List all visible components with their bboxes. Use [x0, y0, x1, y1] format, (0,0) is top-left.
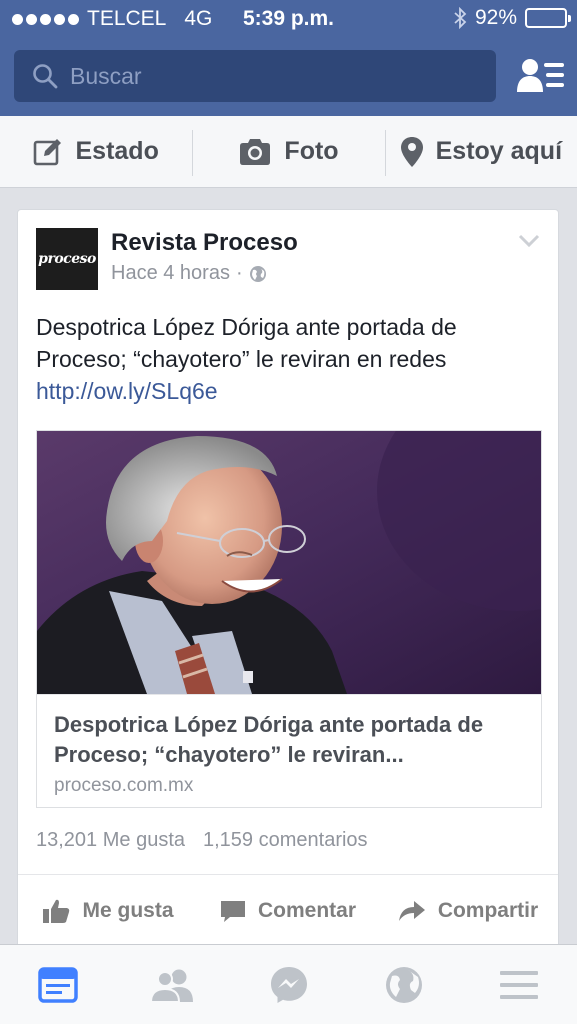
notifications-globe-icon: [385, 966, 422, 1003]
thumbs-up-icon: [43, 899, 70, 923]
globe-icon: [249, 265, 266, 282]
tab-friend-requests[interactable]: [115, 945, 230, 1024]
post-text: Despotrica López Dóriga ante portada de …: [36, 314, 457, 372]
bottom-tab-bar: [0, 944, 577, 1024]
friends-list-icon: [517, 59, 564, 92]
search-bar[interactable]: [14, 50, 496, 102]
edit-icon: [34, 138, 62, 165]
post-author[interactable]: Revista Proceso: [111, 229, 298, 257]
link-preview-body[interactable]: Despotrica López Dóriga ante portada de …: [37, 694, 541, 807]
bluetooth-icon: [454, 7, 467, 29]
composer-bar: Estado Foto Estoy aquí: [0, 116, 577, 188]
like-count[interactable]: 13,201 Me gusta: [36, 829, 185, 852]
tab-messenger[interactable]: [231, 945, 346, 1024]
status-label: Estado: [75, 137, 159, 165]
status-bar: TELCEL 4G 5:39 p.m. 92%: [0, 0, 577, 38]
link-preview-domain: proceso.com.mx: [54, 775, 194, 796]
tab-notifications[interactable]: [346, 945, 461, 1024]
search-input[interactable]: [70, 62, 470, 90]
battery-status: 92%: [453, 6, 571, 30]
share-button[interactable]: Compartir: [378, 875, 558, 946]
like-button[interactable]: Me gusta: [18, 875, 198, 946]
location-pin-icon: [400, 136, 423, 167]
page-avatar[interactable]: proceso: [36, 228, 98, 290]
check-in-button[interactable]: Estoy aquí: [384, 116, 577, 187]
comment-button[interactable]: Comentar: [198, 875, 378, 946]
friend-requests-icon: [150, 969, 194, 1002]
post-link[interactable]: http://ow.ly/SLq6e: [36, 375, 541, 407]
share-arrow-icon: [398, 900, 425, 921]
camera-icon: [240, 138, 271, 165]
news-feed-icon: [37, 966, 78, 1003]
tab-news-feed[interactable]: [0, 945, 115, 1024]
photo-label: Foto: [284, 137, 339, 165]
link-preview-title: Despotrica López Dóriga ante portada de …: [54, 712, 484, 767]
share-label: Compartir: [437, 898, 539, 922]
post-counts: 13,201 Me gusta 1,159 comentarios: [36, 829, 368, 852]
chevron-down-icon: [518, 234, 540, 248]
comment-count[interactable]: 1,159 comentarios: [203, 829, 368, 852]
like-label: Me gusta: [82, 898, 174, 922]
battery-percent: 92%: [474, 6, 517, 29]
photo-button[interactable]: Foto: [192, 116, 384, 187]
link-preview-card[interactable]: Despotrica López Dóriga ante portada de …: [36, 430, 542, 808]
post-meta: Hace 4 horas ·: [111, 262, 267, 285]
friend-requests-button[interactable]: [517, 56, 565, 96]
post-card: proceso Revista Proceso Hace 4 horas · D…: [17, 209, 559, 969]
post-actions: Me gusta Comentar Compartir: [18, 874, 558, 946]
status-button[interactable]: Estado: [0, 116, 192, 187]
menu-icon: [500, 970, 539, 999]
check-in-label: Estoy aquí: [435, 137, 563, 165]
meta-separator: ·: [235, 262, 243, 284]
post-timestamp[interactable]: Hace 4 horas: [111, 262, 230, 285]
link-preview-image[interactable]: [37, 431, 541, 694]
comment-bubble-icon: [220, 900, 245, 922]
battery-icon: [525, 8, 571, 28]
search-icon: [33, 64, 58, 89]
post-options-button[interactable]: [518, 234, 540, 253]
comment-label: Comentar: [257, 898, 357, 922]
tab-menu[interactable]: [462, 945, 577, 1024]
man-smiling-photo: [37, 431, 541, 694]
top-header: TELCEL 4G 5:39 p.m. 92%: [0, 0, 577, 116]
post-message: Despotrica López Dóriga ante portada de …: [36, 311, 541, 407]
messenger-icon: [270, 966, 307, 1003]
